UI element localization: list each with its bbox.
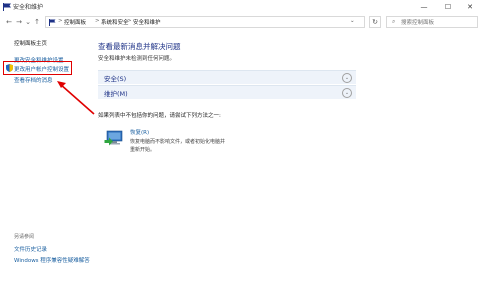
- back-arrow-icon[interactable]: ←: [4, 16, 14, 28]
- up-arrow-icon[interactable]: ↑: [32, 16, 42, 28]
- recovery-description: 恢复电脑而不影响文件，或者初始化电脑并重新开始。: [130, 139, 226, 153]
- recovery-link[interactable]: 恢复(R): [130, 128, 149, 136]
- page-title: 查看最新消息并解决问题: [98, 42, 181, 51]
- recovery-computer-icon[interactable]: [104, 130, 124, 148]
- breadcrumb-security-maintenance[interactable]: 安全和维护: [133, 18, 161, 26]
- location-flag-icon: [49, 19, 56, 26]
- maintenance-section-label: 维护(M): [104, 90, 128, 98]
- see-also-heading: 另请参阅: [14, 234, 35, 240]
- breadcrumb-system-security[interactable]: 系统和安全: [101, 18, 129, 26]
- sidebar-uac-settings-link[interactable]: 更改用户帐户控制设置: [14, 65, 69, 73]
- search-box[interactable]: ⌕: [386, 16, 478, 28]
- close-button[interactable]: ✕: [458, 0, 482, 14]
- breadcrumb-control-panel[interactable]: 控制面板: [64, 18, 86, 26]
- maximize-button[interactable]: ☐: [436, 0, 460, 14]
- minimize-button[interactable]: —: [412, 0, 436, 14]
- maintenance-section-header[interactable]: 维护(M) ⌄: [98, 85, 356, 99]
- breadcrumb-separator: >: [95, 18, 100, 24]
- search-icon: ⌕: [392, 18, 396, 25]
- address-dropdown-icon[interactable]: ⌄: [350, 18, 355, 24]
- breadcrumb-separator: >: [58, 18, 63, 24]
- annotation-arrow: [57, 81, 95, 115]
- chevron-down-icon[interactable]: ⌄: [342, 73, 352, 83]
- sidebar-home-link[interactable]: 控制面板主页: [14, 39, 47, 47]
- address-bar: ← → ⌄ ↑ > 控制面板 > 系统和安全 > 安全和维护 ⌄ ↻ ⌕: [0, 14, 482, 30]
- sidebar-archived-messages-link[interactable]: 查看存档的消息: [14, 76, 53, 84]
- compatibility-troubleshooter-link[interactable]: Windows 程序兼容性疑难解答: [14, 256, 90, 264]
- security-section-header[interactable]: 安全(S) ⌄: [98, 70, 356, 84]
- search-input[interactable]: [401, 18, 475, 27]
- title-bar: 安全和维护 — ☐ ✕: [0, 0, 482, 14]
- refresh-icon[interactable]: ↻: [369, 16, 381, 28]
- chevron-down-icon[interactable]: ⌄: [342, 88, 352, 98]
- uac-shield-icon: [6, 64, 13, 72]
- window-title: 安全和维护: [13, 4, 44, 11]
- security-section-label: 安全(S): [104, 75, 127, 83]
- address-box[interactable]: > 控制面板 > 系统和安全 > 安全和维护 ⌄: [45, 16, 365, 28]
- file-history-link[interactable]: 文件历史记录: [14, 245, 47, 253]
- security-flag-icon: [3, 3, 11, 11]
- status-message: 安全和维护未检测到任何问题。: [98, 56, 176, 62]
- breadcrumb-separator: >: [127, 18, 132, 24]
- problem-prompt: 如果列表中不包括你的问题，请尝试下列方法之一:: [98, 113, 221, 119]
